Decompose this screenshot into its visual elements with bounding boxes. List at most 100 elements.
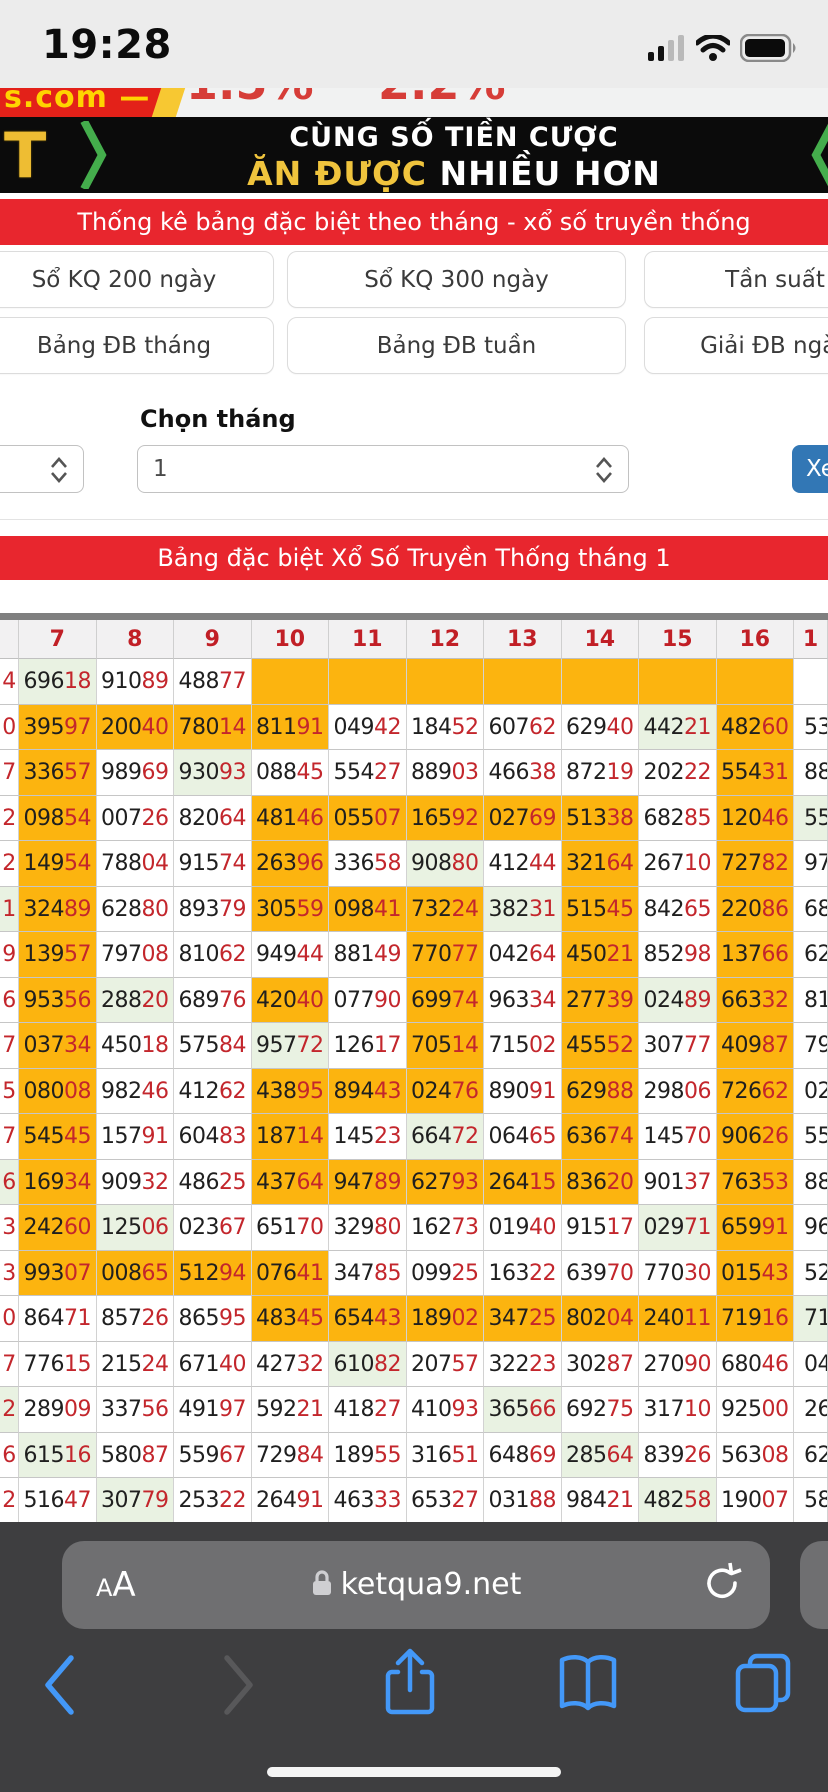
table-cell <box>562 659 640 705</box>
table-cell: 48345 <box>252 1296 330 1342</box>
table-cell: 02367 <box>174 1205 252 1251</box>
ad-line1: CÙNG SỐ TIỀN CƯỢC <box>110 122 798 153</box>
table-cell <box>329 659 407 705</box>
button-bang-db-tuan[interactable]: Bảng ĐB tuần <box>287 317 626 374</box>
table-cell-clipped-right: 962 <box>794 1205 828 1251</box>
status-bar: 19:28 <box>0 0 828 88</box>
table-header-cell: 1 <box>794 620 828 659</box>
promo-strip[interactable]: 1.5% 2.2% s.com — <box>0 88 828 117</box>
table-cell: 63674 <box>562 1114 640 1160</box>
promo-domain-text: s.com — <box>4 88 150 115</box>
button-giai-db-ngay[interactable]: Giải ĐB ngày <box>644 317 828 374</box>
table-cell-clipped-right: 812 <box>794 978 828 1024</box>
table-cell: 69275 <box>562 1387 640 1433</box>
table-cell: 48258 <box>639 1478 717 1524</box>
table-cell: 33658 <box>329 841 407 887</box>
table-cell: 24260 <box>19 1205 97 1251</box>
table-cell: 12506 <box>97 1205 175 1251</box>
table-cell: 64869 <box>484 1433 562 1479</box>
table-cell: 46638 <box>484 750 562 796</box>
table-cell <box>407 659 485 705</box>
table-header-cell: 7 <box>19 620 97 659</box>
button-bang-db-thang[interactable]: Bảng ĐB tháng <box>0 317 274 374</box>
table-row: 0395972004078014811910494218452607626294… <box>0 705 828 751</box>
table-cell-clipped-right: 533 <box>794 705 828 751</box>
table-cell: 67140 <box>174 1342 252 1388</box>
table-cell: 86471 <box>19 1296 97 1342</box>
safari-buttons <box>0 1646 828 1726</box>
promo-red-block: s.com — <box>0 88 168 117</box>
view-button[interactable]: Xem <box>792 445 828 493</box>
table-cell: 25322 <box>174 1478 252 1524</box>
table-cell-clipped-left: 7 <box>0 750 19 796</box>
table-cell: 06465 <box>484 1114 562 1160</box>
table-cell: 98969 <box>97 750 175 796</box>
table-cell: 01543 <box>717 1251 795 1297</box>
table-cell: 89443 <box>329 1069 407 1115</box>
table-cell: 77615 <box>19 1342 97 1388</box>
table-cell: 69618 <box>19 659 97 705</box>
table-cell: 14570 <box>639 1114 717 1160</box>
table-cell-clipped-left: 3 <box>0 1251 19 1297</box>
reload-button[interactable] <box>702 1561 742 1609</box>
table-cell: 30559 <box>252 887 330 933</box>
table-row: 6953562882068976420400779069974963342773… <box>0 978 828 1024</box>
button-tan-suat[interactable]: Tần suất <box>644 251 828 308</box>
bookmarks-icon[interactable] <box>556 1654 620 1718</box>
table-cell: 85726 <box>97 1296 175 1342</box>
table-header-cell: 9 <box>174 620 252 659</box>
table-cell: 13766 <box>717 932 795 978</box>
table-cell-clipped-right: 884 <box>794 1160 828 1206</box>
table-cell: 28820 <box>97 978 175 1024</box>
table-cell: 33657 <box>19 750 97 796</box>
table-cell: 55431 <box>717 750 795 796</box>
table-cell: 41827 <box>329 1387 407 1433</box>
table-cell: 68046 <box>717 1342 795 1388</box>
table-cell: 20757 <box>407 1342 485 1388</box>
table-cell: 28909 <box>19 1387 97 1433</box>
table-cell: 69974 <box>407 978 485 1024</box>
url-bar[interactable]: AA ketqua9.net <box>62 1541 770 1629</box>
back-button[interactable] <box>38 1652 82 1722</box>
table-cell: 68285 <box>639 796 717 842</box>
table-cell-clipped-right: 793 <box>794 1023 828 1069</box>
table-header-row: 789101112131415161 <box>0 620 828 659</box>
table-row: 7776152152467140427326108220757322233028… <box>0 1342 828 1388</box>
forward-button[interactable] <box>216 1652 260 1722</box>
table-row: 7336579896993093088455542788903466388721… <box>0 750 828 796</box>
table-cell: 76353 <box>717 1160 795 1206</box>
table-cell: 78014 <box>174 705 252 751</box>
table-cell: 85298 <box>639 932 717 978</box>
ad-logo: T <box>4 119 46 192</box>
table-cell: 01940 <box>484 1205 562 1251</box>
table-cell: 43764 <box>252 1160 330 1206</box>
ad-banner[interactable]: T CÙNG SỐ TIỀN CƯỢC ĂN ĐƯỢC NHIỀU HƠN <box>0 117 828 193</box>
share-icon[interactable] <box>380 1646 440 1724</box>
table-cell: 77030 <box>639 1251 717 1297</box>
home-indicator[interactable] <box>267 1767 561 1777</box>
table-cell: 90137 <box>639 1160 717 1206</box>
table-row: 2289093375649197592214182741093365666927… <box>0 1387 828 1433</box>
table-cell-clipped-right: 02 <box>794 1069 828 1115</box>
table-cell: 05507 <box>329 796 407 842</box>
year-select[interactable] <box>0 445 84 493</box>
table-cell: 18452 <box>407 705 485 751</box>
table-cell: 28564 <box>562 1433 640 1479</box>
table-cell: 48260 <box>717 705 795 751</box>
table-cell: 83620 <box>562 1160 640 1206</box>
month-select-label: Chọn tháng <box>140 405 296 433</box>
table-cell: 26396 <box>252 841 330 887</box>
table-cell-clipped-right: 719 <box>794 1296 828 1342</box>
table-cell: 72984 <box>252 1433 330 1479</box>
ad-line2: ĂN ĐƯỢC NHIỀU HƠN <box>110 154 798 193</box>
table-cell: 42040 <box>252 978 330 1024</box>
table-row: 9139577970881062949448814977077042644502… <box>0 932 828 978</box>
button-so-kq-200[interactable]: Sổ KQ 200 ngày <box>0 251 274 308</box>
table-row: 4696189108948877 <box>0 659 828 705</box>
month-select[interactable]: 1 <box>137 445 629 493</box>
tabs-icon[interactable] <box>732 1652 794 1718</box>
button-so-kq-300[interactable]: Sổ KQ 300 ngày <box>287 251 626 308</box>
table-row: 2149547880491574263963365890880412443216… <box>0 841 828 887</box>
next-tab-peek[interactable] <box>800 1541 828 1629</box>
month-select-value: 1 <box>153 456 168 482</box>
